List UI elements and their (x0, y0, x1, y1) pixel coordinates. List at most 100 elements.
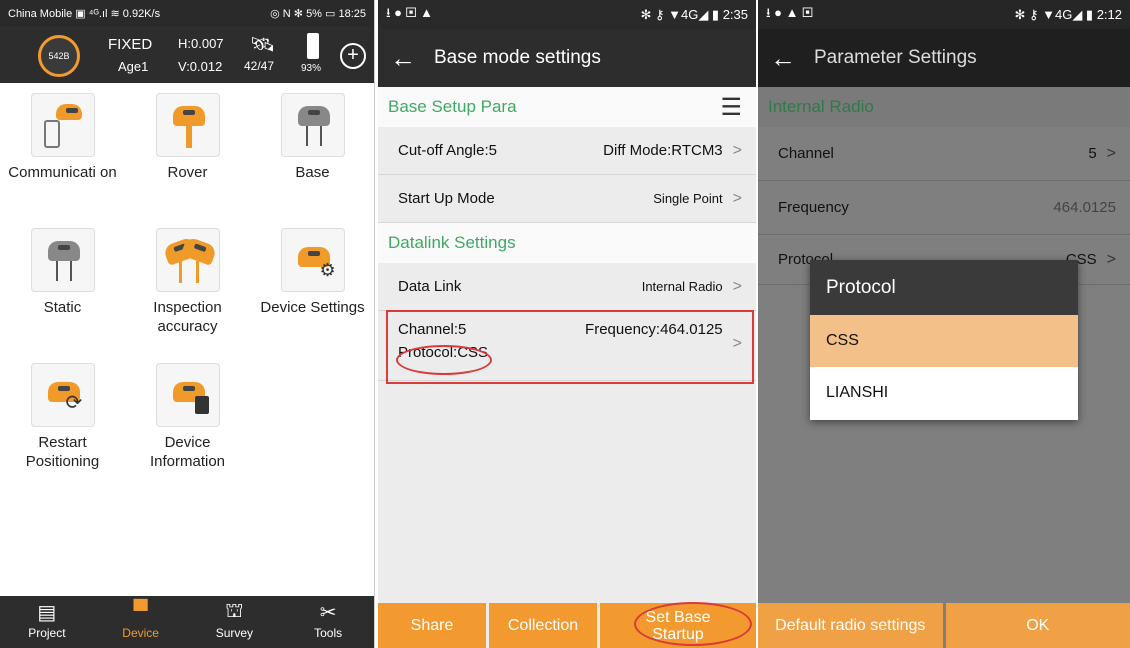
battery-level: 93% (301, 63, 322, 74)
toolbar: ← Base mode settings (378, 29, 756, 87)
restart-icon: ⟳ (30, 363, 95, 427)
data-link-row[interactable]: Data Link Internal Radio > (378, 263, 756, 311)
device-info-icon (155, 363, 220, 427)
bottom-navigation: ▤ Project ▀ Device ⛫ Survey ✂ Tools (0, 596, 374, 648)
static-icon (30, 228, 95, 292)
default-radio-settings-button[interactable]: Default radio settings (758, 603, 943, 648)
parameter-settings-screen: ⭳ ● ▲ ▣ ✻ ⚷ ▼4G◢ ▮ 2:12 ← Parameter Sett… (758, 0, 1130, 648)
back-arrow-icon[interactable]: ← (390, 43, 416, 74)
grid-item-rover[interactable]: Rover (125, 93, 250, 182)
row-label: Frequency (778, 199, 849, 216)
grid-item-label: Inspection accuracy (153, 299, 222, 335)
fix-status: FIXED (108, 36, 153, 53)
row-label: Channel (778, 145, 834, 162)
satellite-count: 42/47 (244, 59, 275, 73)
list-menu-icon[interactable]: ☰ (720, 93, 742, 122)
device-settings-icon: ⚙ (280, 228, 345, 292)
section-title: Datalink Settings (388, 233, 516, 252)
row-value: Single Point (653, 191, 723, 206)
cutoff-angle: Cut-off Angle:5 (398, 142, 497, 159)
highlight-oval (396, 345, 492, 375)
age-value: Age1 (118, 59, 149, 74)
collection-button[interactable]: Collection (489, 603, 597, 648)
frequency-row[interactable]: Frequency 464.0125 (758, 181, 1130, 235)
cutoff-diff-row[interactable]: Cut-off Angle:5 Diff Mode:RTCM3 > (378, 127, 756, 175)
ok-button[interactable]: OK (945, 603, 1130, 648)
v-precision: V:0.012 (178, 59, 223, 74)
section-datalink: Datalink Settings (378, 223, 756, 263)
grid-item-device-information[interactable]: Device Information (125, 363, 250, 471)
device-icon: ▀ (133, 600, 148, 622)
row-label: Start Up Mode (398, 190, 495, 207)
grid-item-communication[interactable]: Communicati on (0, 93, 125, 182)
grid-item-base[interactable]: Base (250, 93, 374, 182)
option-lianshi[interactable]: LIANSHI (810, 367, 1078, 419)
section-base-setup: Base Setup Para ☰ (378, 87, 756, 127)
chevron-right-icon: > (732, 141, 742, 159)
chevron-right-icon: > (732, 277, 742, 295)
status-left: ⭳ ● ▲ ▣ (766, 4, 813, 20)
section-title: Internal Radio (768, 97, 874, 116)
grid-item-label: Rover (167, 164, 208, 181)
phone-link-icon (30, 93, 95, 157)
nav-label: Tools (314, 626, 343, 640)
tools-icon: ✂ (319, 602, 337, 624)
nav-label: Project (28, 626, 66, 640)
chevron-right-icon: > (732, 189, 742, 207)
grid-item-static[interactable]: Static (0, 228, 125, 317)
section-title: Base Setup Para (388, 97, 517, 116)
device-screen: China Mobile ▣ ⁴ᴳ.ıl ≋ 0.92K/s ◎ N ✻ 5% … (0, 0, 375, 648)
diff-mode: Diff Mode:RTCM3 (603, 142, 723, 159)
grid-item-label: Device Information (149, 434, 226, 470)
nav-label: Device (122, 626, 159, 640)
base-icon (280, 93, 345, 157)
row-value: 5 (1088, 145, 1097, 162)
status-right: ✻ ⚷ ▼4G◢ ▮ 2:35 (640, 6, 748, 22)
grid-item-label: Base (295, 164, 330, 181)
nav-label: Survey (215, 626, 254, 640)
page-title: Base mode settings (434, 47, 601, 68)
status-bar: China Mobile ▣ ⁴ᴳ.ıl ≋ 0.92K/s ◎ N ✻ 5% … (0, 0, 374, 27)
grid-item-restart-positioning[interactable]: ⟳ Restart Positioning (0, 363, 125, 471)
grid-item-label: Restart Positioning (25, 434, 100, 470)
satellite-badge: 542B (38, 35, 80, 77)
project-icon: ▤ (37, 602, 57, 624)
battery-icon (307, 33, 319, 59)
page-title: Parameter Settings (814, 47, 977, 68)
status-bar: ⭳ ● ▣ ▲ ✻ ⚷ ▼4G◢ ▮ 2:35 (378, 0, 756, 29)
survey-icon: ⛫ (225, 600, 244, 622)
startup-mode-row[interactable]: Start Up Mode Single Point > (378, 175, 756, 223)
channel-row[interactable]: Channel 5 > (758, 127, 1130, 181)
row-value: Internal Radio (641, 279, 723, 294)
option-css[interactable]: CSS (810, 315, 1078, 367)
h-precision: H:0.007 (178, 36, 224, 51)
toolbar: ← Parameter Settings (758, 29, 1130, 87)
satellite-icon: 🛰 (250, 34, 276, 56)
grid-item-label: Communicati on (8, 164, 117, 181)
dialog-title: Protocol (810, 260, 1078, 315)
add-icon[interactable]: + (340, 43, 366, 69)
gnss-status-header[interactable]: 542B FIXED H:0.007 Age1 V:0.012 42/47 🛰 … (0, 27, 374, 83)
chevron-right-icon: > (1106, 250, 1116, 268)
nav-tools[interactable]: ✂ Tools (281, 596, 374, 648)
section-internal-radio: Internal Radio (758, 87, 1130, 127)
grid-item-label: Static (43, 299, 82, 316)
nav-survey[interactable]: ⛫ Survey (188, 596, 282, 648)
chevron-right-icon: > (1106, 144, 1116, 162)
back-arrow-icon[interactable]: ← (770, 43, 796, 74)
grid-item-device-settings[interactable]: ⚙ Device Settings (250, 228, 374, 317)
inspection-icon (155, 228, 220, 292)
status-left: China Mobile ▣ ⁴ᴳ.ıl ≋ 0.92K/s (8, 8, 161, 20)
nav-device[interactable]: ▀ Device (94, 596, 188, 648)
action-bar: Default radio settings OK (758, 603, 1130, 648)
grid-item-inspection[interactable]: Inspection accuracy (125, 228, 250, 336)
row-value: 464.0125 (1053, 199, 1116, 216)
share-button[interactable]: Share (378, 603, 486, 648)
protocol-dialog: Protocol CSS LIANSHI (810, 260, 1078, 420)
rover-icon (155, 93, 220, 157)
nav-project[interactable]: ▤ Project (0, 596, 94, 648)
highlight-oval (634, 602, 752, 646)
status-right: ✻ ⚷ ▼4G◢ ▮ 2:12 (1014, 6, 1122, 22)
grid-item-label: Device Settings (260, 299, 365, 316)
status-bar: ⭳ ● ▲ ▣ ✻ ⚷ ▼4G◢ ▮ 2:12 (758, 0, 1130, 29)
